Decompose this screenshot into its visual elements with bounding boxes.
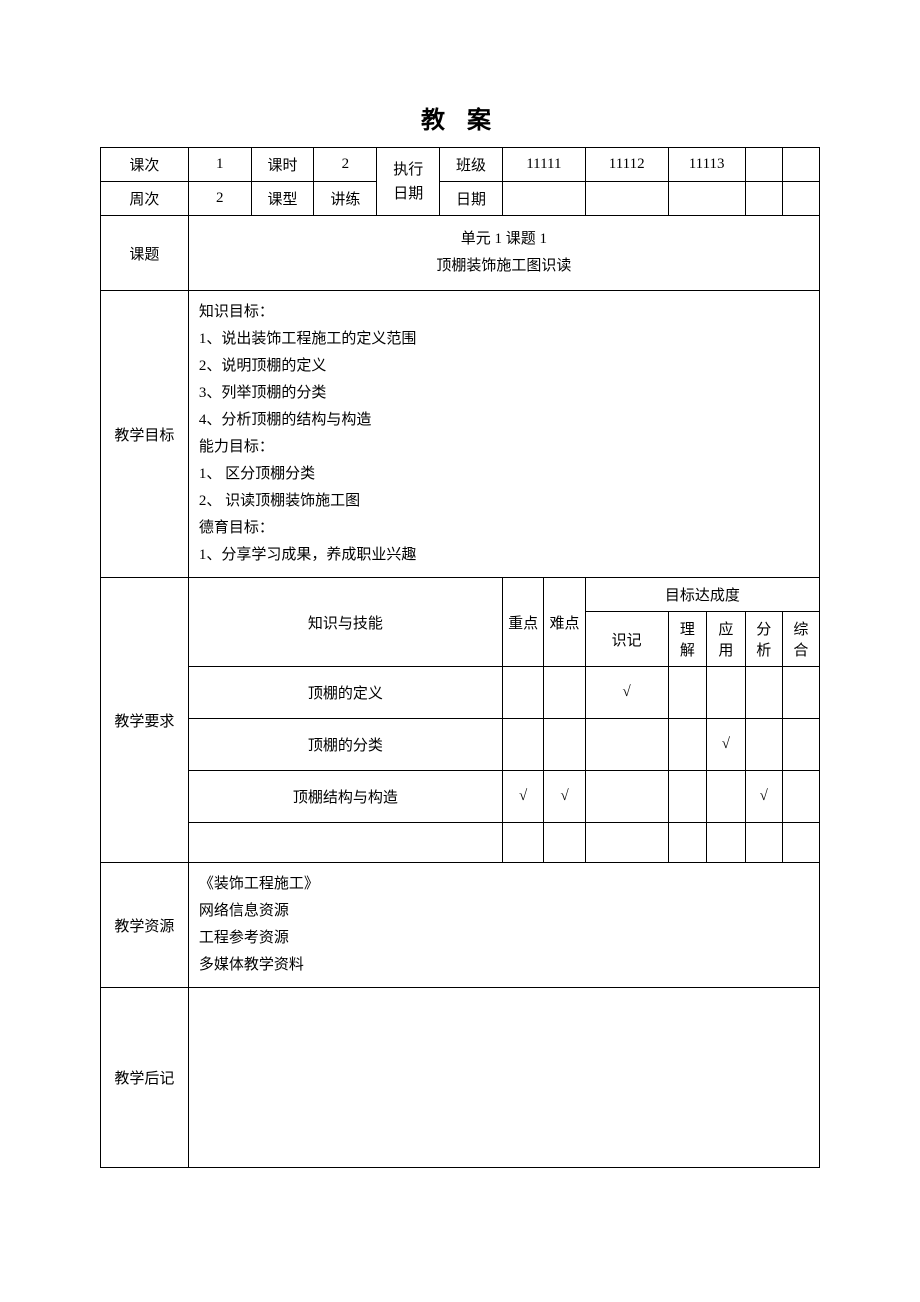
resources-content: 《装饰工程施工》网络信息资源工程参考资源多媒体教学资料	[188, 863, 819, 988]
skill-name-1: 顶棚的定义	[188, 667, 502, 719]
level-2: 理解	[668, 612, 707, 667]
lesson-num-label: 课次	[101, 148, 189, 182]
keypoint-label: 重点	[502, 578, 543, 667]
lesson-plan-table: 课次 1 课时 2 执行日期 班级 11111 11112 11113 周次 2…	[100, 147, 820, 1168]
achievement-label: 目标达成度	[585, 578, 819, 612]
skill-3-l2	[668, 771, 707, 823]
date-3	[668, 182, 745, 216]
knowledge-skill-label: 知识与技能	[188, 578, 502, 667]
skill-blank-key	[502, 823, 543, 863]
skill-3-l5	[782, 771, 819, 823]
week-value: 2	[188, 182, 251, 216]
type-label: 课型	[251, 182, 314, 216]
skill-row-3: 顶棚结构与构造 √ √ √	[101, 771, 820, 823]
lesson-num-value: 1	[188, 148, 251, 182]
skill-2-l4	[745, 719, 782, 771]
topic-label: 课题	[101, 216, 189, 291]
req-header-1: 教学要求 知识与技能 重点 难点 目标达成度	[101, 578, 820, 612]
skill-row-2: 顶棚的分类 √	[101, 719, 820, 771]
skill-1-l1: √	[585, 667, 668, 719]
skill-2-l1	[585, 719, 668, 771]
objectives-row: 教学目标 知识目标：1、说出装饰工程施工的定义范围2、说明顶棚的定义3、列举顶棚…	[101, 291, 820, 578]
skill-3-l1	[585, 771, 668, 823]
skill-3-diff: √	[544, 771, 585, 823]
postscript-row: 教学后记	[101, 988, 820, 1168]
period-value: 2	[314, 148, 377, 182]
level-1: 识记	[585, 612, 668, 667]
class-1: 11111	[502, 148, 585, 182]
class-4	[745, 148, 782, 182]
type-value: 讲练	[314, 182, 377, 216]
skill-1-l2	[668, 667, 707, 719]
skill-1-l5	[782, 667, 819, 719]
date-2	[585, 182, 668, 216]
skill-1-diff	[544, 667, 585, 719]
page-title: 教 案	[100, 100, 820, 135]
resources-row: 教学资源 《装饰工程施工》网络信息资源工程参考资源多媒体教学资料	[101, 863, 820, 988]
skill-blank-l5	[782, 823, 819, 863]
class-3: 11113	[668, 148, 745, 182]
objectives-label: 教学目标	[101, 291, 189, 578]
skill-blank-diff	[544, 823, 585, 863]
skill-2-key	[502, 719, 543, 771]
skill-row-blank	[101, 823, 820, 863]
topic-line2: 顶棚装饰施工图识读	[436, 258, 571, 274]
skill-3-key: √	[502, 771, 543, 823]
level-5: 综合	[782, 612, 819, 667]
skill-2-l5	[782, 719, 819, 771]
resources-label: 教学资源	[101, 863, 189, 988]
header-row-1: 课次 1 课时 2 执行日期 班级 11111 11112 11113	[101, 148, 820, 182]
postscript-content	[188, 988, 819, 1168]
level-3: 应用	[707, 612, 746, 667]
skill-name-2: 顶棚的分类	[188, 719, 502, 771]
skill-3-l3	[707, 771, 746, 823]
skill-blank-l4	[745, 823, 782, 863]
topic-line1: 单元 1 课题 1	[461, 231, 547, 247]
date-1	[502, 182, 585, 216]
topic-row: 课题 单元 1 课题 1 顶棚装饰施工图识读	[101, 216, 820, 291]
header-row-2: 周次 2 课型 讲练 日期	[101, 182, 820, 216]
exec-date-label: 执行日期	[377, 148, 440, 216]
class-5	[782, 148, 819, 182]
difficulty-label: 难点	[544, 578, 585, 667]
skill-row-1: 顶棚的定义 √	[101, 667, 820, 719]
skill-2-l2	[668, 719, 707, 771]
skill-blank-l2	[668, 823, 707, 863]
class-label: 班级	[440, 148, 503, 182]
week-label: 周次	[101, 182, 189, 216]
skill-blank-l3	[707, 823, 746, 863]
topic-content: 单元 1 课题 1 顶棚装饰施工图识读	[188, 216, 819, 291]
skill-2-l3: √	[707, 719, 746, 771]
period-label: 课时	[251, 148, 314, 182]
skill-1-key	[502, 667, 543, 719]
skill-1-l3	[707, 667, 746, 719]
level-4: 分析	[745, 612, 782, 667]
skill-2-diff	[544, 719, 585, 771]
date-label: 日期	[440, 182, 503, 216]
skill-blank-l1	[585, 823, 668, 863]
skill-3-l4: √	[745, 771, 782, 823]
skill-blank-name	[188, 823, 502, 863]
skill-name-3: 顶棚结构与构造	[188, 771, 502, 823]
postscript-label: 教学后记	[101, 988, 189, 1168]
requirements-label: 教学要求	[101, 578, 189, 863]
skill-1-l4	[745, 667, 782, 719]
objectives-content: 知识目标：1、说出装饰工程施工的定义范围2、说明顶棚的定义3、列举顶棚的分类4、…	[188, 291, 819, 578]
date-5	[782, 182, 819, 216]
date-4	[745, 182, 782, 216]
class-2: 11112	[585, 148, 668, 182]
